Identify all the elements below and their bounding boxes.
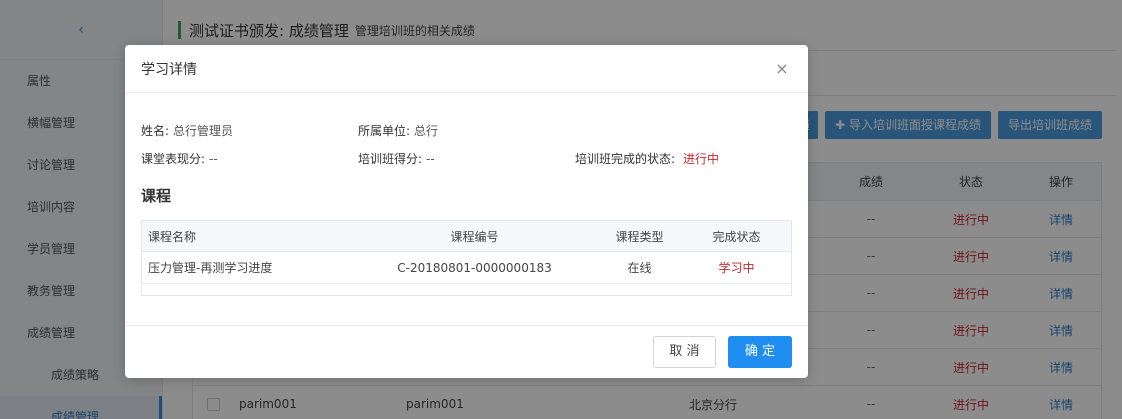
- class-performance-value: --: [209, 152, 218, 166]
- courses-table-header: 课程名称 课程编号 课程类型 完成状态: [142, 221, 791, 252]
- header-course-code: 课程编号: [450, 229, 499, 244]
- completion-status-value: 进行中: [683, 152, 720, 166]
- unit-value: 总行: [414, 124, 439, 138]
- study-detail-modal: 学习详情 × 姓名: 总行管理员 所属单位: 总行 课堂表现分: -- 培训班得分: -…: [125, 45, 808, 378]
- cancel-button[interactable]: 取 消: [653, 336, 716, 368]
- close-icon[interactable]: ×: [774, 60, 790, 77]
- training-score-value: --: [426, 152, 435, 166]
- header-course-type: 课程类型: [615, 229, 664, 244]
- header-course-status: 完成状态: [712, 229, 761, 244]
- info-row-2: 课堂表现分: -- 培训班得分: -- 培训班完成的状态: 进行中: [141, 150, 792, 167]
- courses-section-title: 课程: [141, 187, 172, 205]
- info-row-1: 姓名: 总行管理员 所属单位: 总行: [141, 122, 792, 139]
- course-name: 压力管理-再测学习进度: [148, 261, 273, 275]
- class-performance-label: 课堂表现分:: [141, 152, 206, 166]
- training-score-label: 培训班得分:: [358, 152, 423, 166]
- completion-status-label: 培训班完成的状态:: [575, 152, 676, 166]
- course-type: 在线: [627, 261, 652, 275]
- info-class-performance: 课堂表现分: --: [141, 150, 358, 167]
- modal-header: 学习详情 ×: [125, 45, 808, 93]
- info-unit: 所属单位: 总行: [358, 122, 575, 139]
- course-row: 压力管理-再测学习进度 C-20180801-0000000183 在线 学习中: [142, 252, 791, 284]
- modal-title: 学习详情: [141, 61, 197, 78]
- courses-table: 课程名称 课程编号 课程类型 完成状态 压力管理-再测学习进度 C-201808…: [141, 220, 792, 296]
- name-label: 姓名:: [141, 124, 170, 138]
- modal-footer: 取 消 确 定: [125, 325, 808, 378]
- unit-label: 所属单位:: [358, 124, 411, 138]
- info-name: 姓名: 总行管理员: [141, 122, 358, 139]
- course-status: 学习中: [718, 261, 755, 275]
- courses-table-footer: [142, 284, 791, 295]
- name-value: 总行管理员: [173, 124, 234, 138]
- info-completion-status: 培训班完成的状态: 进行中: [575, 150, 792, 167]
- course-code: C-20180801-0000000183: [397, 260, 552, 275]
- info-training-score: 培训班得分: --: [358, 150, 575, 167]
- header-course-name: 课程名称: [148, 229, 197, 244]
- confirm-button[interactable]: 确 定: [728, 336, 792, 368]
